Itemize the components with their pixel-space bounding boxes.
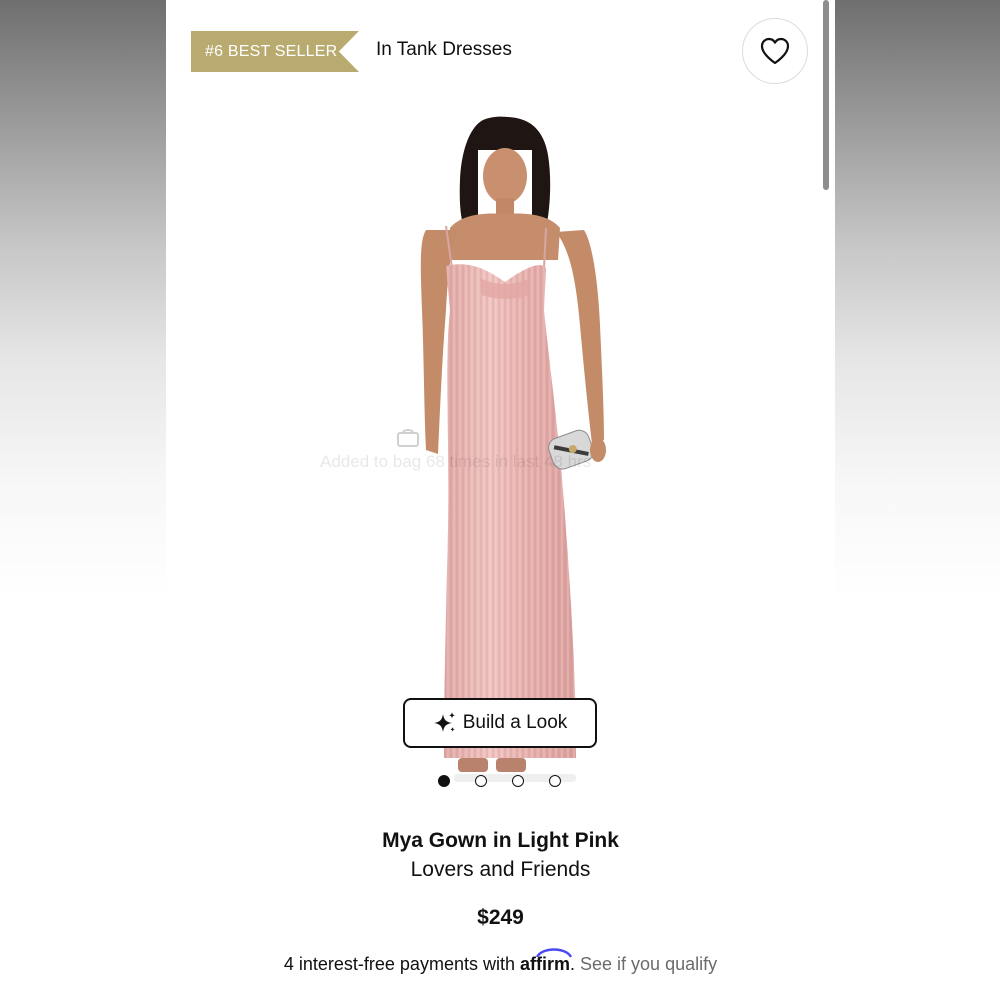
bag-icon	[397, 429, 419, 447]
added-to-bag-notice: Added to bag 68 times in last 48 hrs	[320, 452, 592, 471]
see-if-you-qualify-link[interactable]: See if you qualify	[580, 954, 717, 974]
affirm-arc-icon	[535, 948, 573, 958]
sparkle-icon	[433, 712, 456, 732]
build-a-look-label: Build a Look	[462, 712, 568, 733]
payment-info: 4 interest-free payments with affirm. Se…	[166, 948, 835, 975]
carousel-dot[interactable]	[475, 775, 487, 787]
brand-link[interactable]: Lovers and Friends	[166, 858, 835, 882]
product-title: Mya Gown in Light Pink	[382, 829, 619, 852]
carousel-dot[interactable]	[549, 775, 561, 787]
background-right	[835, 0, 1000, 1000]
category-link[interactable]: In Tank Dresses	[376, 39, 512, 61]
background-left	[0, 0, 166, 1000]
payment-prefix: 4 interest-free payments with	[283, 954, 520, 974]
heart-icon	[760, 37, 790, 65]
build-a-look-button[interactable]: Build a Look	[403, 698, 597, 748]
carousel-dot[interactable]	[438, 775, 450, 787]
product-image[interactable]	[360, 110, 650, 790]
favorite-button[interactable]	[742, 18, 808, 84]
carousel-dots	[438, 775, 561, 787]
carousel-dot[interactable]	[512, 775, 524, 787]
product-price: $249	[477, 906, 524, 929]
affirm-logo: affirm	[520, 948, 573, 975]
scrollbar[interactable]	[823, 0, 829, 190]
best-seller-badge: #6 BEST SELLER	[191, 31, 359, 72]
screenshot-frame: #6 BEST SELLER In Tank Dresses Added to …	[0, 0, 1000, 1000]
